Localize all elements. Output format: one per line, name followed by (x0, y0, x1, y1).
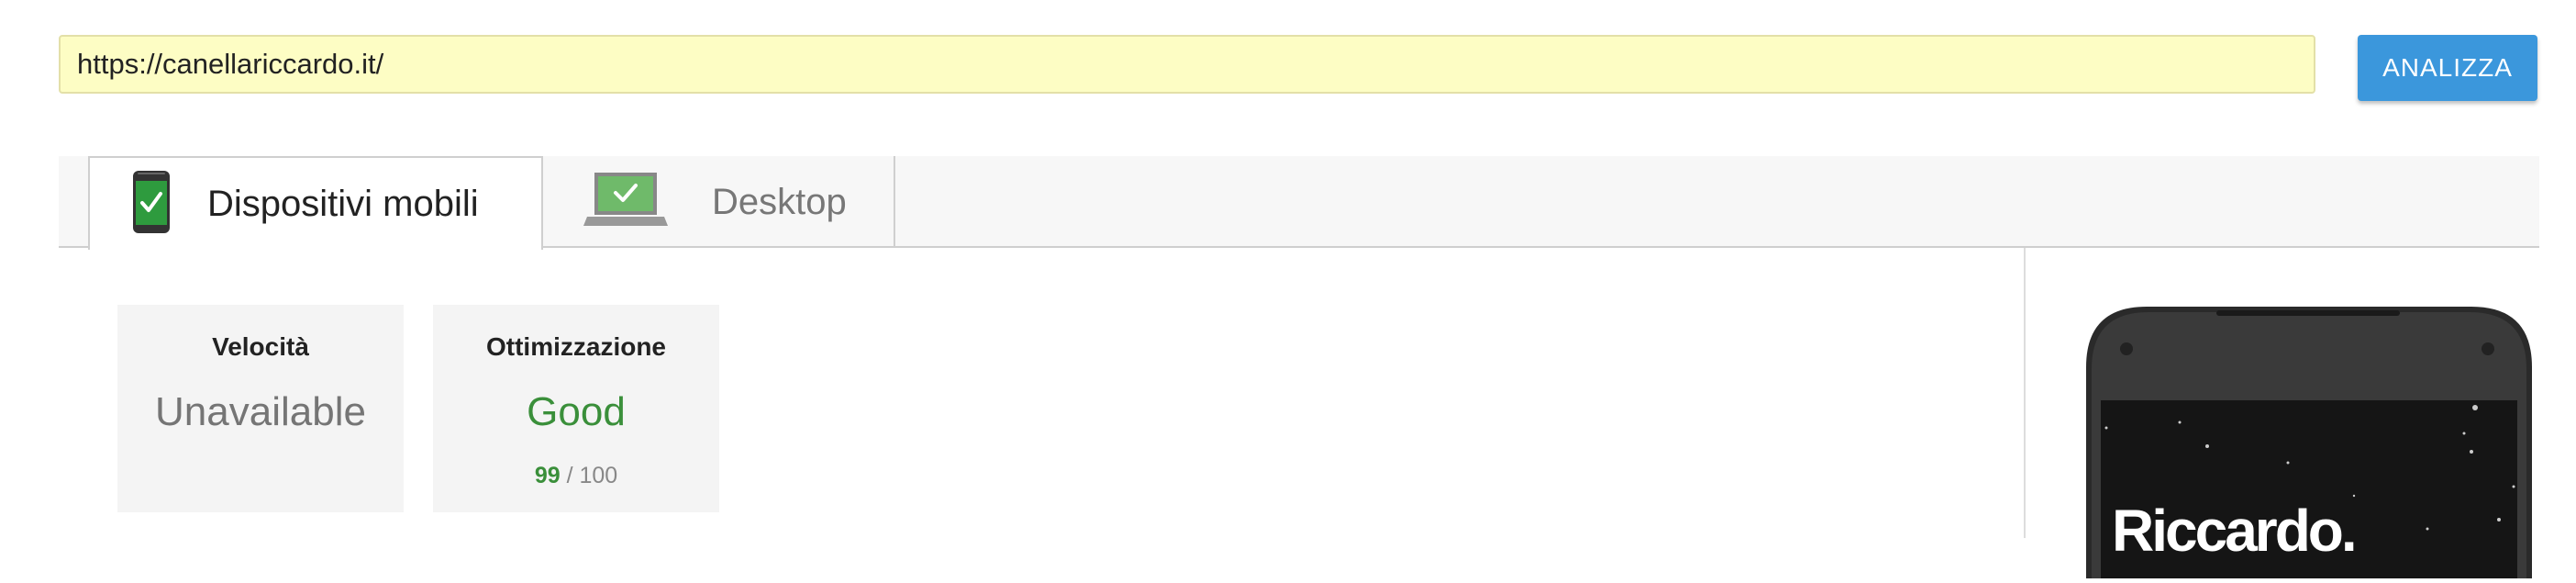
tab-mobile[interactable]: Dispositivi mobili (88, 156, 543, 250)
phone-frame: Riccardo. (2086, 307, 2532, 578)
url-input[interactable] (59, 35, 2315, 94)
tab-desktop-label: Desktop (712, 181, 847, 222)
optimization-score-number: 99 (534, 463, 561, 488)
optimization-value: Good (527, 389, 626, 434)
optimization-score-card: Ottimizzazione Good 99 / 100 (433, 305, 719, 512)
speed-score-card: Velocità Unavailable (117, 305, 404, 512)
tab-desktop[interactable]: Desktop (543, 156, 895, 248)
preview-heading: Riccardo. (2112, 498, 2355, 564)
optimization-score: 99 / 100 (433, 463, 719, 489)
mobile-preview: Riccardo. (2079, 303, 2539, 578)
analyze-button[interactable]: ANALIZZA (2358, 35, 2537, 101)
optimization-title: Ottimizzazione (485, 332, 666, 361)
laptop-check-icon (583, 171, 668, 234)
optimization-score-max: / 100 (566, 463, 618, 488)
column-divider (2024, 248, 2026, 538)
mobile-phone-check-icon (132, 170, 171, 239)
speed-title: Velocità (212, 332, 309, 361)
speed-value: Unavailable (155, 389, 366, 434)
tab-mobile-label: Dispositivi mobili (207, 183, 479, 224)
device-tabs: Dispositivi mobili Desktop (59, 156, 2539, 250)
